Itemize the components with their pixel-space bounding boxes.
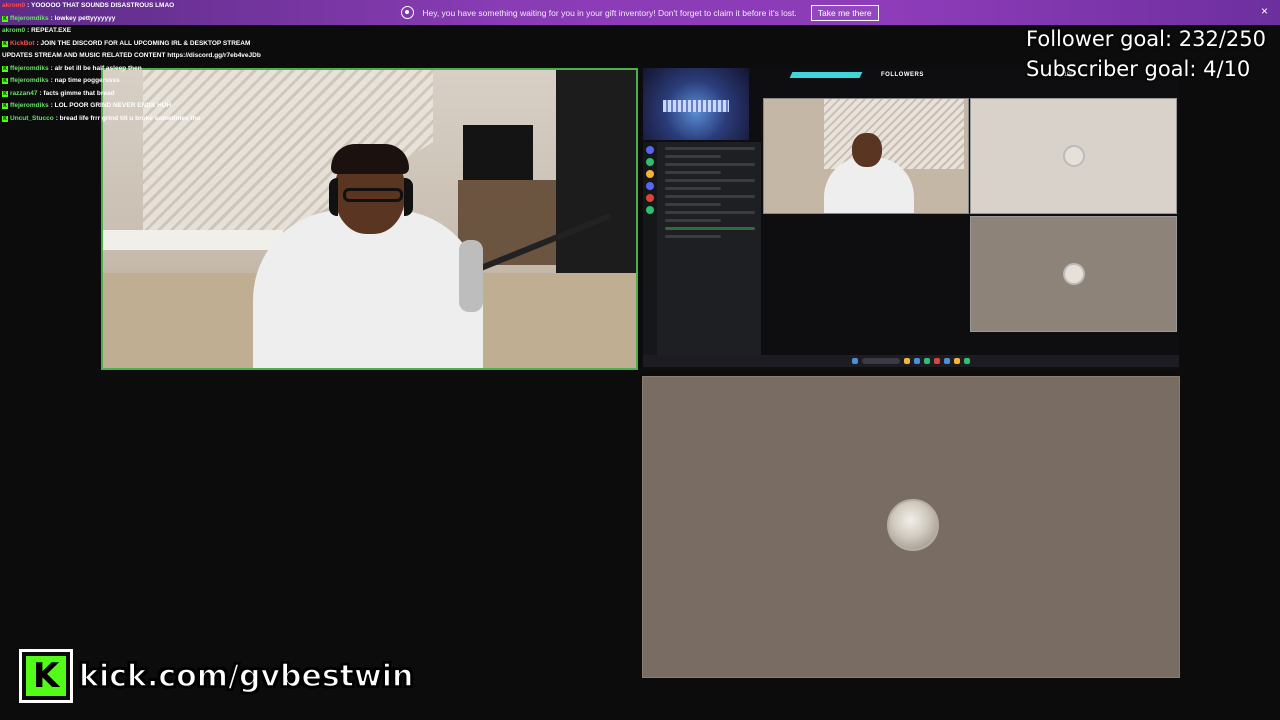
- chat-text: : bread life frrr grind till u broke som…: [55, 114, 201, 122]
- chat-message: akrom0: REPEAT.EXE: [2, 25, 302, 38]
- channel-item[interactable]: [665, 195, 755, 198]
- microphone-icon: [459, 240, 483, 312]
- chat-message: K Uncut_Stucco: bread life frrr grind til…: [2, 113, 302, 126]
- app-icon[interactable]: [924, 358, 930, 364]
- streamer-head: [852, 133, 882, 167]
- chat-overlay: akrom0: YOOOOO THAT SOUNDS DISASTROUS LM…: [2, 0, 302, 125]
- avatar: [887, 499, 939, 551]
- channel-url: kick.com/gvbestwin: [78, 658, 414, 695]
- kick-badge-icon: K: [2, 78, 8, 85]
- channel-item[interactable]: [665, 211, 755, 214]
- kick-logo-icon: K: [19, 649, 73, 703]
- chat-username[interactable]: ffejeromdiks: [10, 75, 49, 88]
- chat-username[interactable]: razzan47: [10, 88, 37, 101]
- goal-progress-bar: [789, 72, 863, 78]
- kick-badge-icon: K: [2, 65, 8, 72]
- chat-username[interactable]: akrom0: [2, 0, 25, 13]
- chat-text: : YOOOOO THAT SOUNDS DISASTROUS LMAO: [27, 2, 175, 9]
- chat-message: K KickBot: JOIN THE DISCORD FOR ALL UPCOM…: [2, 38, 302, 51]
- chat-username[interactable]: ffejeromdiks: [10, 13, 49, 26]
- taskbar: [643, 355, 1179, 367]
- server-icon[interactable]: [646, 182, 654, 190]
- server-icon[interactable]: [646, 194, 654, 202]
- chat-text: : nap time poggerssss: [50, 77, 120, 84]
- server-icon[interactable]: [646, 170, 654, 178]
- screen-facecam-tile: [763, 98, 969, 214]
- chat-username[interactable]: akrom0: [2, 25, 25, 38]
- banner-text: Hey, you have something waiting for you …: [422, 7, 797, 18]
- call-card-large: [642, 376, 1180, 678]
- kick-badge-icon: K: [2, 103, 8, 110]
- app-icon[interactable]: [944, 358, 950, 364]
- keyboard-preview: [643, 68, 749, 140]
- app-icon[interactable]: [964, 358, 970, 364]
- avatar: [1062, 145, 1085, 167]
- gift-icon: [401, 6, 415, 19]
- chat-message: Krazzan47: facts gimme that bread: [2, 88, 302, 101]
- table: [103, 230, 283, 250]
- channel-watermark: K kick.com/gvbestwin: [19, 649, 414, 703]
- server-icon[interactable]: [646, 206, 654, 214]
- chat-text: : REPEAT.EXE: [27, 27, 72, 34]
- channel-item[interactable]: [665, 163, 755, 166]
- screen-share: FOLLOWERS 100: [643, 68, 1179, 370]
- app-icon[interactable]: [934, 358, 940, 364]
- start-icon[interactable]: [852, 358, 858, 364]
- glasses: [343, 188, 403, 202]
- chat-message: Kffejeromdiks: nap time poggerssss: [2, 75, 302, 88]
- chat-text: : JOIN THE DISCORD FOR ALL UPCOMING IRL …: [36, 39, 251, 47]
- kick-badge-icon: K: [2, 90, 8, 97]
- take-me-there-button[interactable]: Take me there: [810, 4, 879, 21]
- server-icon[interactable]: [646, 158, 654, 166]
- chat-username[interactable]: ffejeromdiks: [10, 100, 49, 113]
- close-icon[interactable]: ×: [1261, 4, 1268, 18]
- call-tile: [970, 216, 1177, 332]
- chat-text: : alr bet ill be half asleep then: [50, 64, 142, 72]
- channel-item[interactable]: [665, 179, 755, 182]
- chat-username[interactable]: ffejeromdiks: [10, 63, 49, 76]
- channel-item[interactable]: [665, 147, 755, 150]
- chat-text: : lowkey pettyyyyyyy: [50, 14, 116, 22]
- followers-label: FOLLOWERS: [881, 72, 924, 78]
- discord-sidebar: [643, 142, 761, 356]
- chat-text: : facts gimme that bread: [39, 89, 115, 97]
- kick-badge-icon: K: [2, 40, 8, 47]
- user-panel[interactable]: [665, 235, 721, 238]
- avatar: [1062, 263, 1085, 285]
- chat-message: Kffejeromdiks: alr bet ill be half aslee…: [2, 63, 302, 76]
- streamer-hoodie: [253, 210, 483, 368]
- chat-username[interactable]: KickBot: [10, 38, 35, 51]
- voice-connected: [665, 227, 755, 230]
- streamer-hair: [331, 144, 409, 174]
- channel-item[interactable]: [665, 171, 721, 174]
- chat-text: UPDATES STREAM AND MUSIC RELATED CONTENT…: [2, 52, 261, 59]
- chat-message: UPDATES STREAM AND MUSIC RELATED CONTENT…: [2, 50, 302, 63]
- chat-username[interactable]: Uncut_Stucco: [10, 113, 54, 126]
- channel-item[interactable]: [665, 203, 721, 206]
- channel-item[interactable]: [665, 187, 721, 190]
- server-icon[interactable]: [646, 146, 654, 154]
- chat-message: akrom0: YOOOOO THAT SOUNDS DISASTROUS LM…: [2, 0, 302, 13]
- call-tile: [970, 98, 1177, 214]
- chat-message: Kffejeromdiks: lowkey pettyyyyyyy: [2, 13, 302, 26]
- stream-goals: Follower goal: 232/250 Subscriber goal: …: [1026, 24, 1266, 84]
- kick-badge-icon: K: [2, 15, 8, 22]
- app-icon[interactable]: [954, 358, 960, 364]
- channel-item[interactable]: [665, 155, 721, 158]
- follower-goal: Follower goal: 232/250: [1026, 27, 1266, 51]
- staircase: [824, 99, 964, 169]
- browser-icon[interactable]: [914, 358, 920, 364]
- subscriber-goal: Subscriber goal: 4/10: [1026, 57, 1251, 81]
- server-rail: [643, 142, 657, 356]
- chat-message: Kffejeromdiks: LOL POOR GRIND NEVER ENDS…: [2, 100, 302, 113]
- kick-badge-icon: K: [2, 115, 8, 122]
- search-input[interactable]: [862, 358, 900, 364]
- folder-icon[interactable]: [904, 358, 910, 364]
- tv: [463, 125, 533, 183]
- kick-logo-letter: K: [32, 656, 60, 696]
- channel-item[interactable]: [665, 219, 721, 222]
- chat-text: : LOL POOR GRIND NEVER ENDS HUH: [50, 102, 172, 109]
